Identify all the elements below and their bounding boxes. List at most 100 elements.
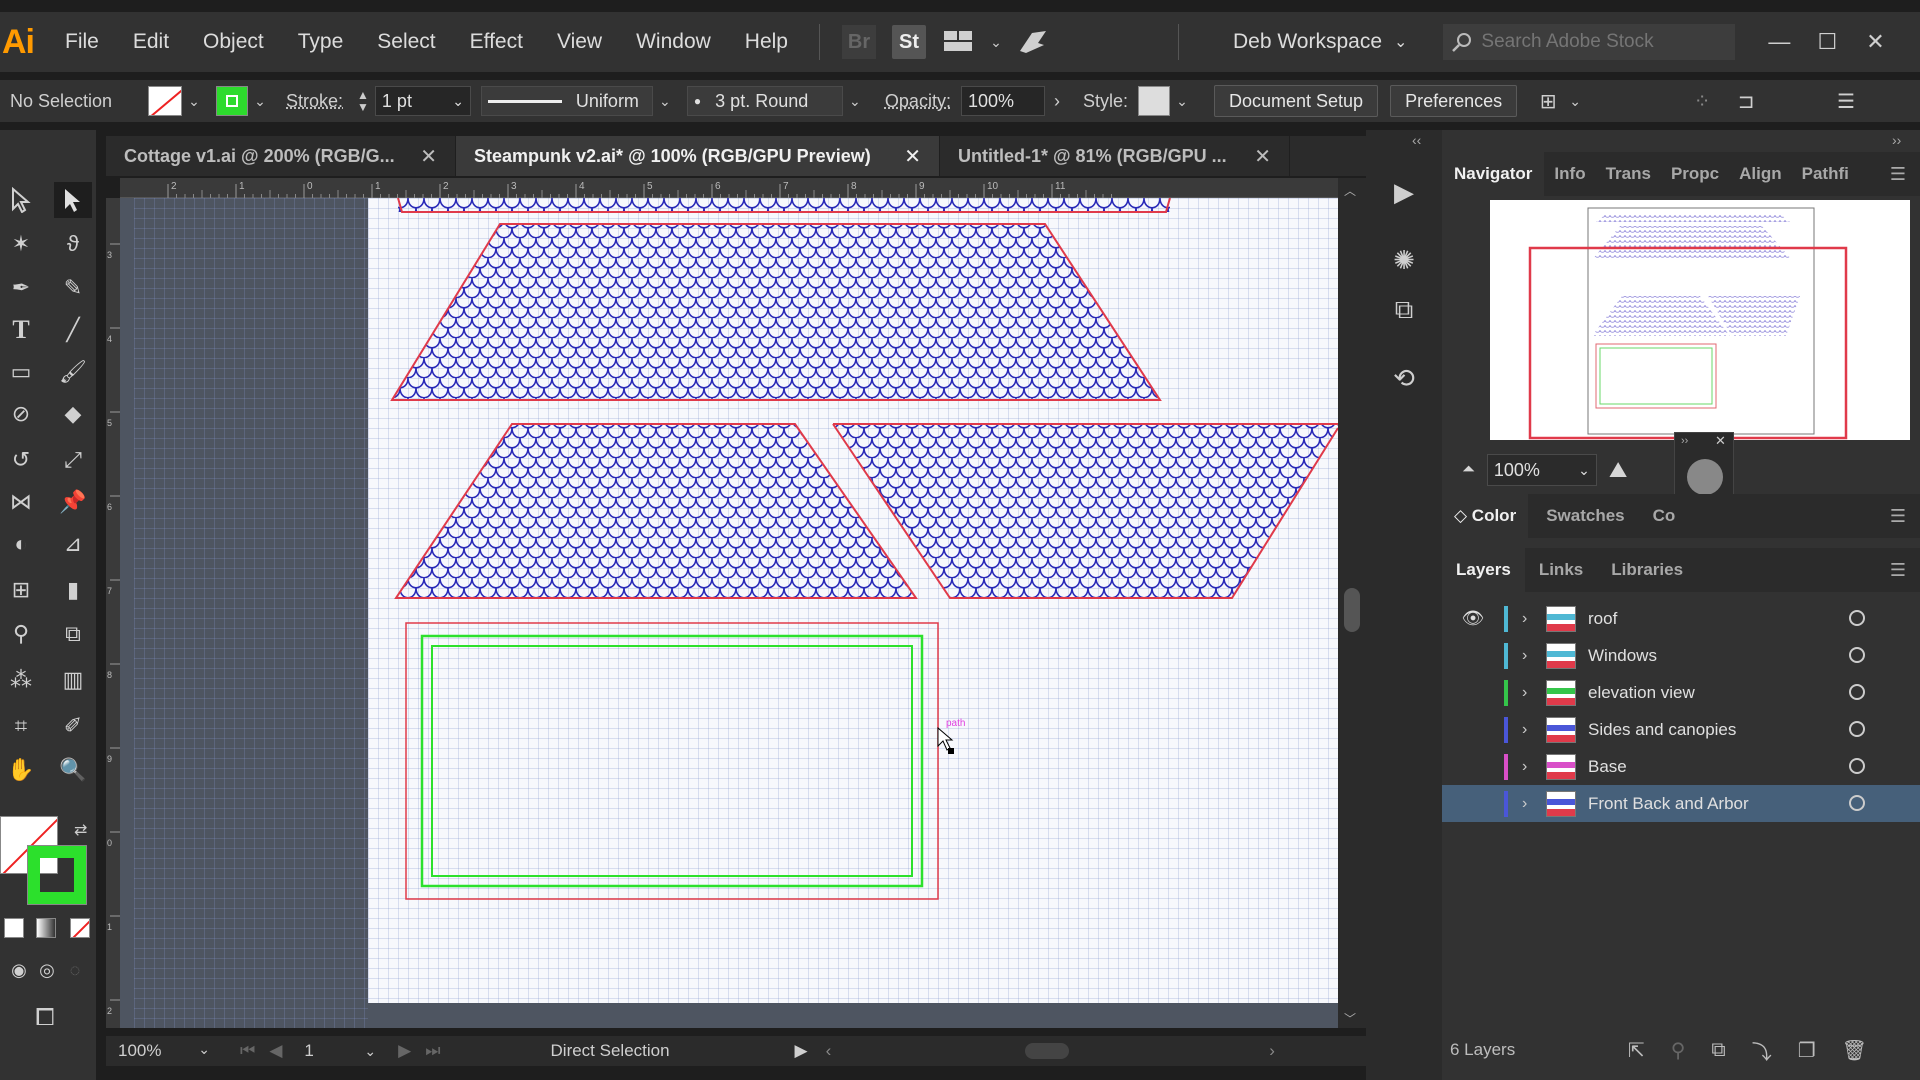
- slice-tool-icon[interactable]: ✐: [54, 708, 92, 744]
- vertical-scrollbar[interactable]: ︿ ﹀: [1338, 178, 1366, 1028]
- layer-target-icon[interactable]: [1849, 647, 1865, 663]
- panel-menu-icon[interactable]: ☰: [1890, 560, 1906, 581]
- isolate-icon[interactable]: ⊐: [1731, 89, 1761, 114]
- curvature-tool-icon[interactable]: ✎: [54, 270, 92, 306]
- width-tool-icon[interactable]: ⋈: [2, 484, 40, 520]
- align-options-dropdown[interactable]: ⌄: [1563, 93, 1587, 110]
- maximize-icon[interactable]: ☐: [1803, 29, 1851, 55]
- bridge-icon[interactable]: Br: [842, 25, 876, 59]
- control-menu-icon[interactable]: ☰: [1831, 89, 1861, 114]
- stock-icon[interactable]: St: [892, 25, 926, 59]
- previous-artboard-icon[interactable]: ◀: [269, 1041, 282, 1061]
- eye-icon[interactable]: 👁: [1442, 608, 1504, 629]
- gradient-tool-icon[interactable]: ▮: [54, 572, 92, 608]
- menu-file[interactable]: File: [48, 12, 116, 72]
- stock-search-box[interactable]: [1443, 24, 1736, 60]
- close-floating-icon[interactable]: ✕: [1715, 433, 1726, 449]
- paintbrush-tool-icon[interactable]: 🖌: [54, 354, 92, 390]
- close-window-icon[interactable]: ✕: [1851, 29, 1899, 55]
- artboard-number[interactable]: 1: [304, 1041, 364, 1061]
- hand-tool-icon[interactable]: ✋: [2, 752, 40, 788]
- panel-menu-icon[interactable]: ☰: [1890, 506, 1906, 527]
- align-options-icon[interactable]: ⊞: [1533, 89, 1563, 114]
- blend-tool-icon[interactable]: ⧉: [54, 616, 92, 652]
- stroke-swatch-dropdown[interactable]: ⌄: [248, 93, 272, 110]
- menu-help[interactable]: Help: [728, 12, 805, 72]
- graphic-style-swatch[interactable]: [1137, 86, 1170, 116]
- artboard-tool-icon[interactable]: ⌗: [2, 708, 40, 744]
- export-icon[interactable]: ⇱: [1628, 1038, 1645, 1063]
- shape-builder-tool-icon[interactable]: ◐: [2, 526, 40, 562]
- symbol-sprayer-tool-icon[interactable]: ⁂: [2, 662, 40, 698]
- layer-name[interactable]: Front Back and Arbor: [1588, 794, 1749, 814]
- new-sublayer-icon[interactable]: ⤵: [1752, 1036, 1772, 1065]
- lasso-tool-icon[interactable]: ϑ: [54, 226, 92, 262]
- opacity-label[interactable]: Opacity:: [885, 91, 951, 112]
- layer-name[interactable]: Windows: [1588, 646, 1657, 666]
- layer-target-icon[interactable]: [1849, 610, 1865, 626]
- opacity-arrow-icon[interactable]: ›: [1045, 91, 1069, 112]
- chevron-right-icon[interactable]: ›: [1522, 610, 1546, 628]
- floating-panel[interactable]: ›› ✕: [1674, 432, 1734, 502]
- symbols-icon[interactable]: [1687, 459, 1723, 495]
- menu-type[interactable]: Type: [281, 12, 361, 72]
- layer-row[interactable]: › Sides and canopies: [1442, 711, 1920, 748]
- tab-info[interactable]: Info: [1544, 152, 1595, 196]
- stroke-color-box[interactable]: [28, 846, 86, 904]
- assets-icon[interactable]: ⟲: [1386, 360, 1422, 396]
- layer-target-icon[interactable]: [1849, 721, 1865, 737]
- tab-pathfinder[interactable]: Pathfi: [1792, 152, 1859, 196]
- rotate-tool-icon[interactable]: ↺: [2, 442, 40, 478]
- close-icon[interactable]: ✕: [1254, 144, 1271, 169]
- workspace-switcher[interactable]: Deb Workspace ⌄: [1233, 30, 1407, 54]
- gpu-performance-icon[interactable]: [1016, 25, 1050, 59]
- stroke-weight-field[interactable]: 1 pt ⌄: [374, 86, 471, 116]
- zoom-out-icon[interactable]: ⏶: [1462, 461, 1475, 479]
- status-menu-icon[interactable]: ▶: [795, 1041, 808, 1061]
- menu-window[interactable]: Window: [619, 12, 728, 72]
- navigator-preview[interactable]: [1490, 200, 1910, 440]
- expand-dock-icon[interactable]: ››: [1892, 132, 1901, 148]
- panel-menu-icon[interactable]: ☰: [1890, 164, 1906, 185]
- tab-color[interactable]: ◇ Color: [1442, 494, 1529, 538]
- tab-layers[interactable]: Layers: [1442, 548, 1525, 592]
- first-artboard-icon[interactable]: ⏮: [240, 1041, 255, 1061]
- chevron-right-icon[interactable]: ›: [1522, 684, 1546, 702]
- profile-dropdown[interactable]: ⌄: [653, 93, 677, 110]
- arrange-documents-dropdown[interactable]: ⌄: [984, 34, 1008, 51]
- tab-color-guide[interactable]: Co: [1643, 494, 1686, 538]
- tab-libraries[interactable]: Libraries: [1597, 548, 1697, 592]
- brushes-icon[interactable]: ✺: [1386, 242, 1422, 278]
- chevron-right-icon[interactable]: ›: [1522, 647, 1546, 665]
- clipping-mask-icon[interactable]: ⧉: [1711, 1039, 1725, 1062]
- swap-fill-stroke-icon[interactable]: ⇄: [74, 820, 87, 840]
- tab-cottage[interactable]: Cottage v1.ai @ 200% (RGB/G... ✕: [106, 136, 456, 176]
- menu-view[interactable]: View: [540, 12, 619, 72]
- magic-wand-tool-icon[interactable]: ✶: [2, 226, 40, 262]
- minimize-icon[interactable]: —: [1755, 29, 1803, 55]
- horizontal-ruler[interactable]: 2 1 0 1 2 3 4 5 6 7 8 9 10 11: [120, 178, 1338, 198]
- transform-icon[interactable]: ⁘: [1687, 89, 1717, 114]
- layer-row[interactable]: 👁 › roof: [1442, 600, 1920, 637]
- brush-dropdown[interactable]: ⌄: [843, 93, 867, 110]
- close-icon[interactable]: ✕: [420, 144, 437, 169]
- layer-target-icon[interactable]: [1849, 795, 1865, 811]
- roof-panel-right[interactable]: [832, 423, 1338, 599]
- layer-target-icon[interactable]: [1849, 684, 1865, 700]
- arrange-documents-icon[interactable]: [942, 25, 976, 59]
- stroke-label[interactable]: Stroke:: [286, 91, 343, 112]
- layer-name[interactable]: roof: [1588, 609, 1617, 629]
- hscroll-thumb[interactable]: [1025, 1043, 1070, 1059]
- layer-target-icon[interactable]: [1849, 758, 1865, 774]
- zoom-tool-icon[interactable]: 🔍: [54, 752, 92, 788]
- fill-swatch[interactable]: [148, 86, 182, 116]
- tab-align[interactable]: Align: [1729, 152, 1792, 196]
- zoom-select[interactable]: 100% ⌄: [106, 1041, 210, 1061]
- canvas-area[interactable]: path: [120, 198, 1338, 1028]
- fill-dropdown[interactable]: ⌄: [182, 93, 206, 110]
- none-mode-icon[interactable]: [70, 918, 90, 938]
- tab-swatches[interactable]: Swatches: [1528, 494, 1642, 538]
- stroke-weight-stepper[interactable]: ▲ ▼: [357, 89, 369, 113]
- stock-search-input[interactable]: [1481, 31, 1722, 53]
- preferences-button[interactable]: Preferences: [1390, 85, 1518, 117]
